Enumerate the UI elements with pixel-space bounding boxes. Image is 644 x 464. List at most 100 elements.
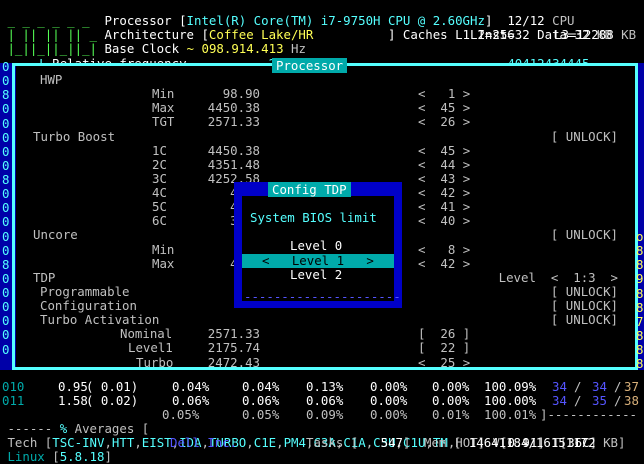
setting-label: TGT xyxy=(152,114,175,130)
core-ratio: ( 0.01) xyxy=(86,379,139,394)
setting-value: 4450.38 xyxy=(207,142,260,158)
setting-toggle[interactable]: [ UNLOCK] xyxy=(420,313,618,327)
relfreq-line: --- ! Relative frequency-----------22---… xyxy=(0,42,589,70)
side-left-digit: 0 xyxy=(2,299,10,315)
core-sep: / xyxy=(574,379,582,394)
setting-label: Turbo Activation xyxy=(40,312,160,328)
dialog-item-level-0[interactable]: Level 0 xyxy=(290,238,342,253)
averages-line: ------ % Averages [ xyxy=(7,421,150,437)
side-right-digit: 8 xyxy=(636,243,644,259)
memory: Mem [ 14641184/16151172 KB] xyxy=(424,435,626,450)
setting-ratio-selector[interactable]: < 44 > xyxy=(418,157,470,172)
setting-label: Level1 xyxy=(128,340,173,356)
setting-ratio-selector[interactable]: < 40 > xyxy=(418,214,470,228)
core-freq: 1.58 xyxy=(58,393,88,409)
core-tot: 100.09% xyxy=(484,379,537,394)
core-max: 34 xyxy=(592,379,607,394)
setting-ratio-selector[interactable]: [ 26 ] xyxy=(418,327,470,341)
dialog-subtitle: System BIOS limit xyxy=(250,210,377,225)
side-right-digit: 8 xyxy=(636,285,644,301)
setting-label: 6C xyxy=(152,213,167,229)
side-left-digit: 0 xyxy=(2,270,10,286)
avg-c1: 0.05% xyxy=(242,407,280,422)
footer-line: Linux [5.8.18] xyxy=(7,449,112,464)
side-right-digit: 8 xyxy=(636,257,644,273)
dialog-item-level-1[interactable]: < Level 1 > xyxy=(242,253,394,268)
setting-ratio-selector[interactable]: < 8 > xyxy=(418,242,470,257)
setting-label: 5C xyxy=(152,199,167,215)
vendor: Dell Inc. xyxy=(170,435,238,450)
side-left-digit: 8 xyxy=(2,87,10,103)
side-left-digit: 0 xyxy=(2,200,10,216)
setting-ratio-selector[interactable]: [ 22 ] xyxy=(418,341,470,355)
setting-toggle[interactable]: [ UNLOCK] xyxy=(420,284,618,299)
dialog-bottom-rule: --------------------- xyxy=(244,289,401,304)
l1-inst: 32 xyxy=(514,27,530,43)
side-left-digit: 8 xyxy=(2,172,10,188)
os-name: Linux xyxy=(7,449,45,464)
setting-value: 2571.33 xyxy=(207,326,260,342)
setting-toggle[interactable]: [ UNLOCK] xyxy=(420,228,618,242)
setting-label: 2C xyxy=(152,156,167,172)
core-sep: / xyxy=(614,379,622,394)
side-left-digit: 0 xyxy=(2,157,10,173)
setting-toggle[interactable]: [ UNLOCK] xyxy=(420,129,618,144)
setting-ratio-selector[interactable]: < 1 > xyxy=(418,86,470,101)
avg-c6: 0.00% xyxy=(370,407,408,422)
side-left-digit: 0 xyxy=(2,115,10,131)
core-c6: 0.00% xyxy=(370,379,408,394)
side-left-digit: 0 xyxy=(2,341,10,357)
setting-label: Configuration xyxy=(40,298,137,314)
setting-ratio-selector[interactable]: < 41 > xyxy=(418,200,470,214)
setting-label: Max xyxy=(152,100,175,116)
side-left-digit: 0 xyxy=(2,129,10,145)
tasks: Tasks [ 547] xyxy=(306,435,411,450)
tech-flag: EIST xyxy=(141,435,172,451)
setting-ratio-selector[interactable]: < 43 > xyxy=(418,171,470,186)
core-c1: 0.04% xyxy=(242,379,280,394)
core-min: 34 xyxy=(552,379,567,394)
dialog-item-level-2[interactable]: Level 2 xyxy=(290,267,342,282)
core-id: 011 xyxy=(2,393,25,409)
side-left-digit: 0 xyxy=(2,214,10,230)
dialog-item-level-1-label: < Level 1 > xyxy=(262,253,374,268)
side-right-digit: 8 xyxy=(636,356,644,372)
setting-ratio-selector[interactable]: < 42 > xyxy=(418,185,470,200)
setting-ratio-selector[interactable]: < 42 > xyxy=(418,256,470,271)
setting-ratio-selector[interactable]: < 45 > xyxy=(418,143,470,158)
panel-title: Processor xyxy=(272,58,348,73)
setting-ratio-selector[interactable]: < 26 > xyxy=(418,115,470,129)
setting-value: 4450.38 xyxy=(207,100,260,116)
header-line-2: | || || || _ Architecture [Coffee Lake/H… xyxy=(0,14,611,42)
tech-flag: C1E xyxy=(253,435,277,451)
core-c3: 0.13% xyxy=(306,379,344,394)
header-line-3: |_||_||_||_| Base Clock ~ 098.914.413 Hz xyxy=(0,28,305,56)
side-left-digit: 0 xyxy=(2,59,10,74)
side-right-digit: 8 xyxy=(636,327,644,343)
side-right-digit: 7 xyxy=(636,313,644,329)
side-left-digit: 0 xyxy=(2,228,10,244)
setting-label: 4C xyxy=(152,185,167,201)
side-left-digit: 0 xyxy=(2,143,10,159)
setting-ratio-selector[interactable]: < 45 > xyxy=(418,101,470,115)
side-left-digit: 8 xyxy=(2,256,10,272)
side-right-digit: 8 xyxy=(636,342,644,358)
setting-toggle[interactable]: Level < 1:3 > xyxy=(420,270,618,285)
setting-label: Nominal xyxy=(120,326,173,342)
kernel-version: 5.8.18 xyxy=(59,449,105,464)
avg-c3: 0.09% xyxy=(306,407,344,422)
setting-toggle[interactable]: [ UNLOCK] xyxy=(420,298,618,313)
avg-total: 100.01% xyxy=(484,407,537,422)
setting-value: 2571.33 xyxy=(207,114,260,130)
core-c0: 0.04% xyxy=(172,379,210,394)
avg-c7: 0.01% xyxy=(432,407,470,422)
side-right-digit: 9 xyxy=(636,271,644,287)
tech-flags: TSC-INV,HTT,EIST,IDA,TURBO,C1E,PM4,C3A,C… xyxy=(52,435,478,451)
tech-flag: HTT xyxy=(111,435,135,451)
side-left-digit: 0 xyxy=(2,327,10,343)
core-c7: 0.00% xyxy=(432,379,470,394)
l3-cache: L3=12288 KB xyxy=(554,27,637,43)
core-temp: 37 xyxy=(624,379,639,394)
setting-label: TDP xyxy=(33,269,56,285)
setting-ratio-selector[interactable]: < 25 > xyxy=(418,355,470,370)
